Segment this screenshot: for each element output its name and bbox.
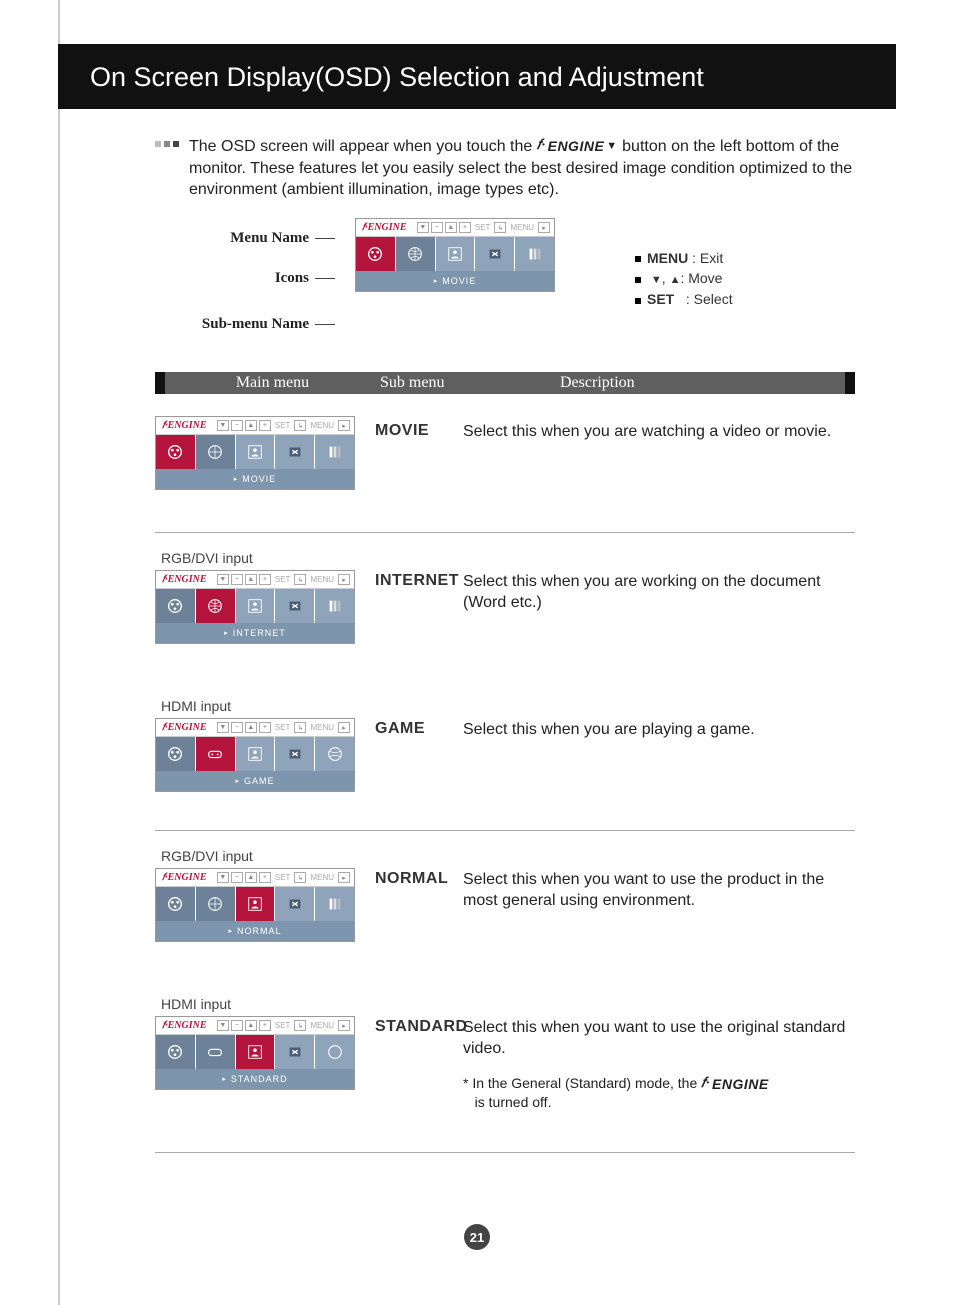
up-icon: ▲ xyxy=(445,222,457,233)
legend-menu-key: MENU xyxy=(647,250,688,266)
set-box-icon: ↳ xyxy=(494,222,506,233)
desc-game: Select this when you are playing a game. xyxy=(463,720,853,741)
input-label-hdmi2: HDMI input xyxy=(161,996,370,1012)
user-icon xyxy=(436,237,476,271)
osd-diagram: Menu Name Icons Sub-menu Name 𝑓·ENGINE ▼… xyxy=(155,218,855,338)
close-box-icon xyxy=(275,887,315,921)
menu-box-icon: ▸ xyxy=(538,222,550,233)
set-label: SET xyxy=(473,222,493,233)
movie-icon xyxy=(156,435,196,469)
row-movie: 𝑓·ENGINE▼−▲+SET↳MENU▸ ▸MOVIE MOVIE Selec… xyxy=(155,416,855,490)
sport-icon xyxy=(315,737,354,771)
fengine-logo: 𝑓·ENGINE xyxy=(356,222,413,233)
user-icon xyxy=(236,887,276,921)
note-post: is turned off. xyxy=(471,1094,552,1110)
table-header: Main menu Sub menu Description xyxy=(155,372,855,394)
user-icon xyxy=(236,1035,276,1069)
desc-internet: Select this when you are working on the … xyxy=(463,572,853,614)
sub-internet: INTERNET xyxy=(375,572,475,590)
label-menu-name: Menu Name xyxy=(230,230,309,246)
legend-set-key: SET xyxy=(647,291,674,307)
legend-set-txt: : Select xyxy=(686,291,733,307)
sport-icon xyxy=(315,1035,354,1069)
internet-icon xyxy=(196,887,236,921)
bars-icon xyxy=(315,589,354,623)
note-pre: * In the General (Standard) mode, the xyxy=(463,1075,701,1091)
movie-icon xyxy=(156,737,196,771)
row-standard: HDMI input 𝑓·ENGINE▼−▲+SET↳MENU▸ ▸STANDA… xyxy=(155,992,855,1090)
page-title: On Screen Display(OSD) Selection and Adj… xyxy=(58,44,896,93)
legend-move-txt: : Move xyxy=(680,270,722,286)
close-box-icon xyxy=(275,1035,315,1069)
row-normal: RGB/DVI input 𝑓·ENGINE▼−▲+SET↳MENU▸ ▸NOR… xyxy=(155,844,855,942)
down-arrow-icon: ▼ xyxy=(606,139,617,154)
input-label-rgb2: RGB/DVI input xyxy=(161,848,370,864)
header-bar: On Screen Display(OSD) Selection and Adj… xyxy=(58,44,896,109)
user-icon xyxy=(236,435,276,469)
page-number: 21 xyxy=(464,1224,490,1250)
osd-sample-box: 𝑓·ENGINE ▼− ▲+ SET↳ MENU▸ ▸MOVIE xyxy=(355,218,555,292)
sub-movie: MOVIE xyxy=(375,422,475,440)
gamepad-icon xyxy=(196,737,236,771)
label-submenu-name: Sub-menu Name xyxy=(202,316,309,332)
label-icons: Icons xyxy=(275,270,309,286)
close-box-icon xyxy=(275,737,315,771)
side-vertical-rule xyxy=(58,0,60,1305)
internet-icon xyxy=(196,589,236,623)
row-internet: RGB/DVI input 𝑓·ENGINE▼−▲+SET↳MENU▸ ▸INT… xyxy=(155,546,855,644)
separator xyxy=(155,830,855,831)
sub-standard: STANDARD xyxy=(375,1018,475,1036)
close-box-icon xyxy=(475,237,515,271)
bars-icon xyxy=(315,435,354,469)
minus-icon: − xyxy=(431,222,443,233)
col-description: Description xyxy=(530,374,845,392)
separator xyxy=(155,532,855,533)
movie-icon xyxy=(156,1035,196,1069)
col-sub-menu: Sub menu xyxy=(380,374,530,392)
osd-header-controls: ▼− ▲+ SET↳ MENU▸ xyxy=(417,222,554,233)
osd-submenu-label: ▸MOVIE xyxy=(356,271,554,291)
bars-icon xyxy=(515,237,554,271)
movie-icon xyxy=(156,887,196,921)
separator xyxy=(155,1152,855,1153)
diagram-labels: Menu Name Icons Sub-menu Name xyxy=(155,224,335,338)
fengine-inline-note: 𝑓·ENGINE xyxy=(701,1075,769,1093)
button-legend: MENU : Exit ▼, ▲: Move SET : Select xyxy=(635,248,733,310)
desc-movie: Select this when you are watching a vide… xyxy=(463,422,853,443)
fengine-button-inline: 𝑓·ENGINE ▼ xyxy=(537,137,618,156)
desc-standard: Select this when you want to use the ori… xyxy=(463,1018,853,1111)
user-icon xyxy=(236,737,276,771)
intro-text-1: The OSD screen will appear when you touc… xyxy=(189,138,537,155)
sub-normal: NORMAL xyxy=(375,870,475,888)
internet-icon xyxy=(196,435,236,469)
legend-menu-txt: : Exit xyxy=(692,250,723,266)
close-box-icon xyxy=(275,589,315,623)
fengine-label: ENGINE xyxy=(548,137,605,156)
user-icon xyxy=(236,589,276,623)
intro-paragraph: The OSD screen will appear when you touc… xyxy=(155,136,855,201)
movie-icon xyxy=(156,589,196,623)
gamepad-icon xyxy=(196,1035,236,1069)
movie-icon xyxy=(356,237,396,271)
bars-icon xyxy=(315,887,354,921)
internet-icon xyxy=(396,237,436,271)
down-triangle-icon: ▼ xyxy=(651,274,662,286)
input-label-hdmi: HDMI input xyxy=(161,698,370,714)
down-icon: ▼ xyxy=(417,222,429,233)
desc-normal: Select this when you want to use the pro… xyxy=(463,870,853,912)
col-main-menu: Main menu xyxy=(165,374,380,392)
close-box-icon xyxy=(275,435,315,469)
plus-icon: + xyxy=(459,222,471,233)
up-triangle-icon: ▲ xyxy=(670,274,681,286)
row-game: HDMI input 𝑓·ENGINE▼−▲+SET↳MENU▸ ▸GAME G… xyxy=(155,694,855,792)
sub-game: GAME xyxy=(375,720,475,738)
menu-label: MENU xyxy=(508,222,536,233)
input-label-rgb: RGB/DVI input xyxy=(161,550,370,566)
